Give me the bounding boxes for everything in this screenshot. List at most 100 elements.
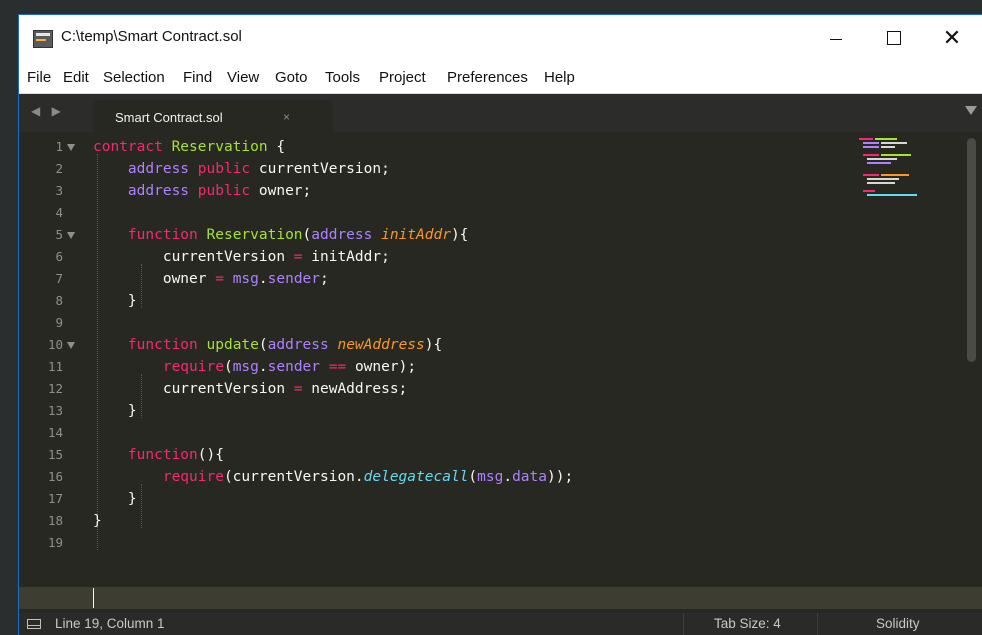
menu-help[interactable]: Help [544,69,575,86]
code-line: require(msg.sender == owner); [93,356,416,378]
menu-find[interactable]: Find [183,69,212,86]
panel-toggle-icon[interactable] [27,619,41,629]
code-editor[interactable]: 1 2 3 4 5 6 7 8 9 10 11 12 13 14 15 16 17 18 19 contract R… [19,132,982,613]
close-icon: ✕ [942,25,962,50]
tab-label: Smart Contract.sol [115,110,223,125]
code-token: delegatecall [363,469,469,485]
code-token: currentVersion [93,249,294,265]
code-line: } [93,400,137,422]
syntax-selector[interactable]: Solidity [817,613,982,635]
code-line: contract Reservation { [93,136,285,158]
tab-size-label: Tab Size: 4 [714,616,781,631]
code-token: = [293,249,303,265]
minimize-icon [830,38,842,40]
code-token: ){ [424,337,443,353]
line-number: 1 [55,139,63,154]
tab-bar: ◀ ▶ Smart Contract.sol × [19,94,982,132]
code-line: } [93,510,102,532]
code-token: owner); [346,359,417,375]
code-line: function update(address newAddress){ [93,334,442,356]
code-token: data [512,469,547,485]
menu-tools[interactable]: Tools [325,69,360,86]
code-token: . [258,359,268,375]
code-token: newAddress; [302,381,408,397]
menu-goto[interactable]: Goto [275,69,308,86]
minimap[interactable] [855,138,945,198]
code-line: currentVersion = newAddress; [93,378,407,400]
code-token: } [93,491,137,507]
editor-window: C:\temp\Smart Contract.sol ✕ File Edit S… [18,14,982,635]
line-number: 17 [47,491,63,506]
menu-preferences[interactable]: Preferences [447,69,528,86]
maximize-button[interactable] [871,15,917,61]
line-number: 7 [55,271,63,286]
menu-selection[interactable]: Selection [103,69,165,86]
tab-dropdown-icon[interactable] [965,106,977,115]
code-token: ( [223,359,233,375]
line-number: 18 [47,513,63,528]
close-button[interactable]: ✕ [929,15,975,61]
title-bar[interactable]: C:\temp\Smart Contract.sol ✕ [19,15,982,61]
tab-smart-contract[interactable]: Smart Contract.sol × [93,100,333,132]
code-token: initAddr [381,227,451,243]
code-token: = [293,381,303,397]
code-line: } [93,488,137,510]
code-token: function [127,227,198,243]
menu-edit[interactable]: Edit [63,69,89,86]
line-number: 9 [55,315,63,330]
code-token: require [162,469,224,485]
line-number: 13 [47,403,63,418]
code-token: function [127,337,198,353]
fold-arrow-icon[interactable] [67,342,75,349]
code-token: Reservation [171,139,268,155]
menu-file[interactable]: File [27,69,51,86]
tab-nav-arrows-icon[interactable]: ◀ ▶ [31,104,65,118]
code-token: address [311,227,373,243]
code-token: address [127,161,190,177]
minimize-button[interactable] [813,15,859,61]
fold-arrow-icon[interactable] [67,144,75,151]
code-line: address public currentVersion; [93,158,390,180]
code-token: currentVersion; [250,161,390,177]
code-token: ; [320,271,329,287]
menu-project[interactable]: Project [379,69,426,86]
line-number-gutter: 1 2 3 4 5 6 7 8 9 10 11 12 13 14 15 16 17 18 19 [19,132,89,613]
code-token: sender [267,271,321,287]
code-token: )); [547,469,574,485]
tab-size-selector[interactable]: Tab Size: 4 [683,613,817,635]
line-number: 11 [47,359,63,374]
code-token: . [258,271,268,287]
tab-close-icon[interactable]: × [283,110,290,124]
code-token: require [162,359,224,375]
code-token: } [93,513,102,529]
text-cursor [93,588,94,608]
menu-view[interactable]: View [227,69,259,86]
code-token: } [93,293,137,309]
code-token: address [267,337,329,353]
cursor-position: Line 19, Column 1 [55,616,165,631]
syntax-label: Solidity [876,616,920,631]
code-line: } [93,290,137,312]
code-token: address [127,183,190,199]
code-token: msg [232,271,259,287]
line-number: 5 [55,227,63,242]
code-token: sender [267,359,321,375]
menu-bar: File Edit Selection Find View Goto Tools… [19,61,982,94]
code-area[interactable]: contract Reservation { address public cu… [93,132,863,613]
line-number: 16 [47,469,63,484]
vertical-scrollbar[interactable] [967,138,976,362]
fold-arrow-icon[interactable] [67,232,75,239]
code-line: address public owner; [93,180,311,202]
code-token: (currentVersion. [223,469,364,485]
line-number: 12 [47,381,63,396]
window-title: C:\temp\Smart Contract.sol [61,28,242,45]
line-number: 14 [47,425,63,440]
code-token: ( [468,469,478,485]
code-token: function [127,447,198,463]
